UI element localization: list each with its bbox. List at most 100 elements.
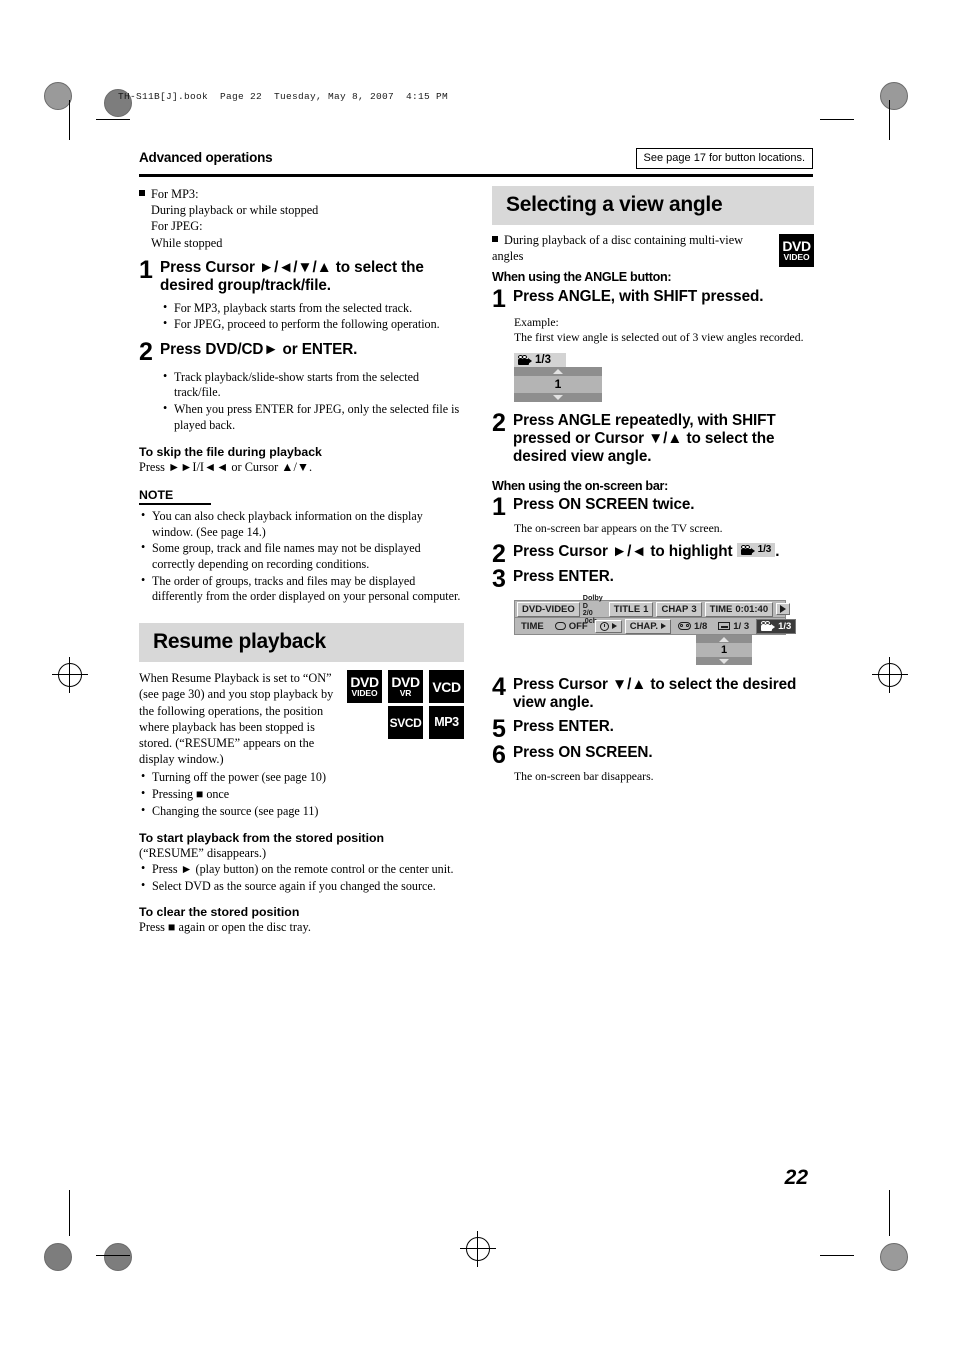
onscreen-step-1: 1 Press ON SCREEN twice. [492, 494, 814, 520]
triangle-up-icon [719, 636, 729, 642]
osb-angle-scroll-down[interactable] [696, 657, 752, 666]
osb-angle-field[interactable]: 1/3 [756, 618, 797, 634]
see-page-note: See page 17 for button locations. [635, 148, 813, 169]
triangle-right-icon [661, 623, 667, 630]
osb-audio-field[interactable]: 1/8 [674, 620, 711, 633]
angle-step-1-note-1: Example: [514, 316, 559, 330]
badge-line2: VR [399, 688, 412, 699]
view-angle-condition: During playback of a disc containing mul… [492, 233, 744, 264]
onscreen-step-2: 2 Press Cursor ►/◄ to highlight 1/3 . [492, 539, 814, 568]
osb-angle-scroll-up[interactable] [696, 635, 752, 644]
osb-chapter-search-field[interactable]: CHAP. [624, 618, 672, 634]
intro-line-4: While stopped [151, 235, 223, 250]
osb-audio-format-line1: Dolby D [582, 592, 603, 610]
list-item: Select DVD as the source again if you ch… [139, 878, 464, 895]
left-column: For MP3: During playback or while stoppe… [139, 186, 464, 936]
start-playback-bullets: Press ► (play button) on the remote cont… [139, 861, 464, 895]
osb-chapter-label: CHAP [661, 603, 689, 615]
step-2-bullets: Track playback/slide-show starts from th… [161, 369, 464, 434]
start-playback-note: (“RESUME” disappears.) [139, 845, 267, 860]
onscreen-step-3: 3 Press ENTER. [492, 565, 814, 594]
onscreen-step-6-note: The on-screen bar disappears. [514, 770, 654, 784]
badge-line1: SVCD [389, 715, 422, 730]
angle-current-value: 1 [514, 375, 602, 393]
intro-line-2: During playback or while stopped [151, 203, 319, 218]
disc-badge-row-2: SVCD MP3 [341, 706, 464, 740]
inline-angle-value: 1/3 [757, 543, 772, 555]
onscreen-bar-heading: When using the on-screen bar: [492, 478, 669, 493]
osb-title-value: 1 [643, 603, 649, 615]
list-item: For JPEG, proceed to perform the followi… [161, 316, 464, 333]
crop-line-left [69, 100, 70, 140]
start-playback-heading: To start playback from the stored positi… [139, 830, 385, 845]
osb-title-label: TITLE [613, 603, 641, 615]
osb-angle-current-value: 1 [696, 643, 752, 658]
onscreen-step-4: 4 Press Cursor ▼/▲ to select the desired… [492, 673, 814, 713]
file-header-line: TH-S11B[J].book Page 22 Tuesday, May 8, … [118, 91, 449, 102]
list-item: Turning off the power (see page 10) [139, 769, 464, 786]
clear-position-text: Press ■ again or open the disc tray. [139, 920, 311, 935]
resume-body-text: When Resume Playback is set to “ON” (see… [139, 671, 334, 767]
osb-title-field[interactable]: TITLE 1 [608, 601, 654, 617]
angle-indicator-graphic: 1/3 1 [514, 352, 602, 402]
osb-next-button[interactable] [776, 603, 791, 616]
osb-time-search-field[interactable] [594, 619, 622, 633]
disc-badge-svcd: SVCD [385, 706, 423, 740]
osb-time-label: TIME [709, 603, 733, 615]
crop-line-top-h [96, 119, 130, 120]
registration-mark-top-right [880, 82, 908, 110]
angle-step-1-text: Press ANGLE, with SHIFT pressed. [513, 288, 764, 306]
onscreen-step-2-number: 2 [492, 539, 506, 568]
triangle-down-icon [553, 394, 563, 400]
list-item: Some group, track and file names may not… [139, 540, 464, 572]
list-item: You can also check playback information … [139, 508, 464, 540]
angle-camera-icon [740, 544, 755, 555]
view-angle-title: Selecting a view angle [506, 193, 723, 216]
disc-badge-dvd-vr: DVD VR [385, 670, 423, 704]
badge-line1: DVD [350, 674, 379, 691]
crop-line-top-h2 [820, 119, 854, 120]
osb-audio-value: 1/8 [694, 620, 708, 632]
angle-step-2-number: 2 [492, 408, 506, 437]
running-head: Advanced operations [139, 150, 273, 165]
onscreen-step-4-number: 4 [492, 673, 506, 702]
osb-time-field[interactable]: TIME 0:01:40 [704, 601, 774, 617]
angle-step-1-number: 1 [492, 285, 506, 314]
list-item: Pressing ■ once [139, 786, 464, 803]
audio-icon [678, 622, 692, 631]
list-item: Press ► (play button) on the remote cont… [139, 861, 464, 878]
onscreen-step-3-number: 3 [492, 565, 506, 594]
onscreen-step-2-text-before: Press Cursor ►/◄ to highlight [513, 542, 733, 560]
osb-chapter-field[interactable]: CHAP 3 [656, 601, 702, 617]
osb-angle-dropdown: 1 [696, 635, 752, 666]
registration-mark-bottom-left-2 [104, 1243, 132, 1271]
triangle-right-icon [611, 623, 617, 630]
onscreen-step-4-text: Press Cursor ▼/▲ to select the desired v… [513, 676, 797, 712]
crop-line-bottom-h [96, 1255, 130, 1256]
skip-file-text: Press ►►I/I◄◄ or Cursor ▲/▼. [139, 459, 313, 474]
badge-line1: MP3 [434, 715, 459, 730]
clock-icon [599, 621, 609, 631]
resume-conditions: Turning off the power (see page 10) Pres… [139, 769, 464, 819]
onscreen-step-6-number: 6 [492, 740, 506, 769]
angle-step-2-text: Press ANGLE repeatedly, with SHIFT press… [513, 411, 776, 466]
step-2-number: 2 [139, 338, 153, 366]
badge-line2: VIDEO [783, 252, 810, 263]
page-number: 22 [784, 1166, 808, 1189]
onscreen-step-3-text: Press ENTER. [513, 568, 614, 586]
triangle-up-icon [553, 368, 563, 374]
osb-repeat-value: OFF [568, 620, 588, 632]
note-heading: NOTE [139, 488, 212, 505]
osb-subtitle-field[interactable]: 1/ 3 [714, 620, 753, 633]
skip-file-heading: To skip the file during playback [139, 444, 322, 459]
onscreen-step-1-text: Press ON SCREEN twice. [513, 495, 695, 513]
angle-camera-icon [761, 621, 776, 632]
list-item: When you press ENTER for JPEG, only the … [161, 401, 464, 433]
osb-time-value: 0:01:40 [735, 603, 769, 615]
osb-chapter-search-label: CHAP. [629, 620, 659, 632]
osb-repeat-field[interactable]: OFF [551, 620, 592, 633]
disc-badge-row-1: DVD VIDEO DVD VR VCD [341, 670, 464, 704]
osb-time-mode[interactable]: TIME [517, 620, 548, 633]
resume-playback-banner: Resume playback [139, 623, 464, 663]
crop-target-left [52, 657, 88, 693]
